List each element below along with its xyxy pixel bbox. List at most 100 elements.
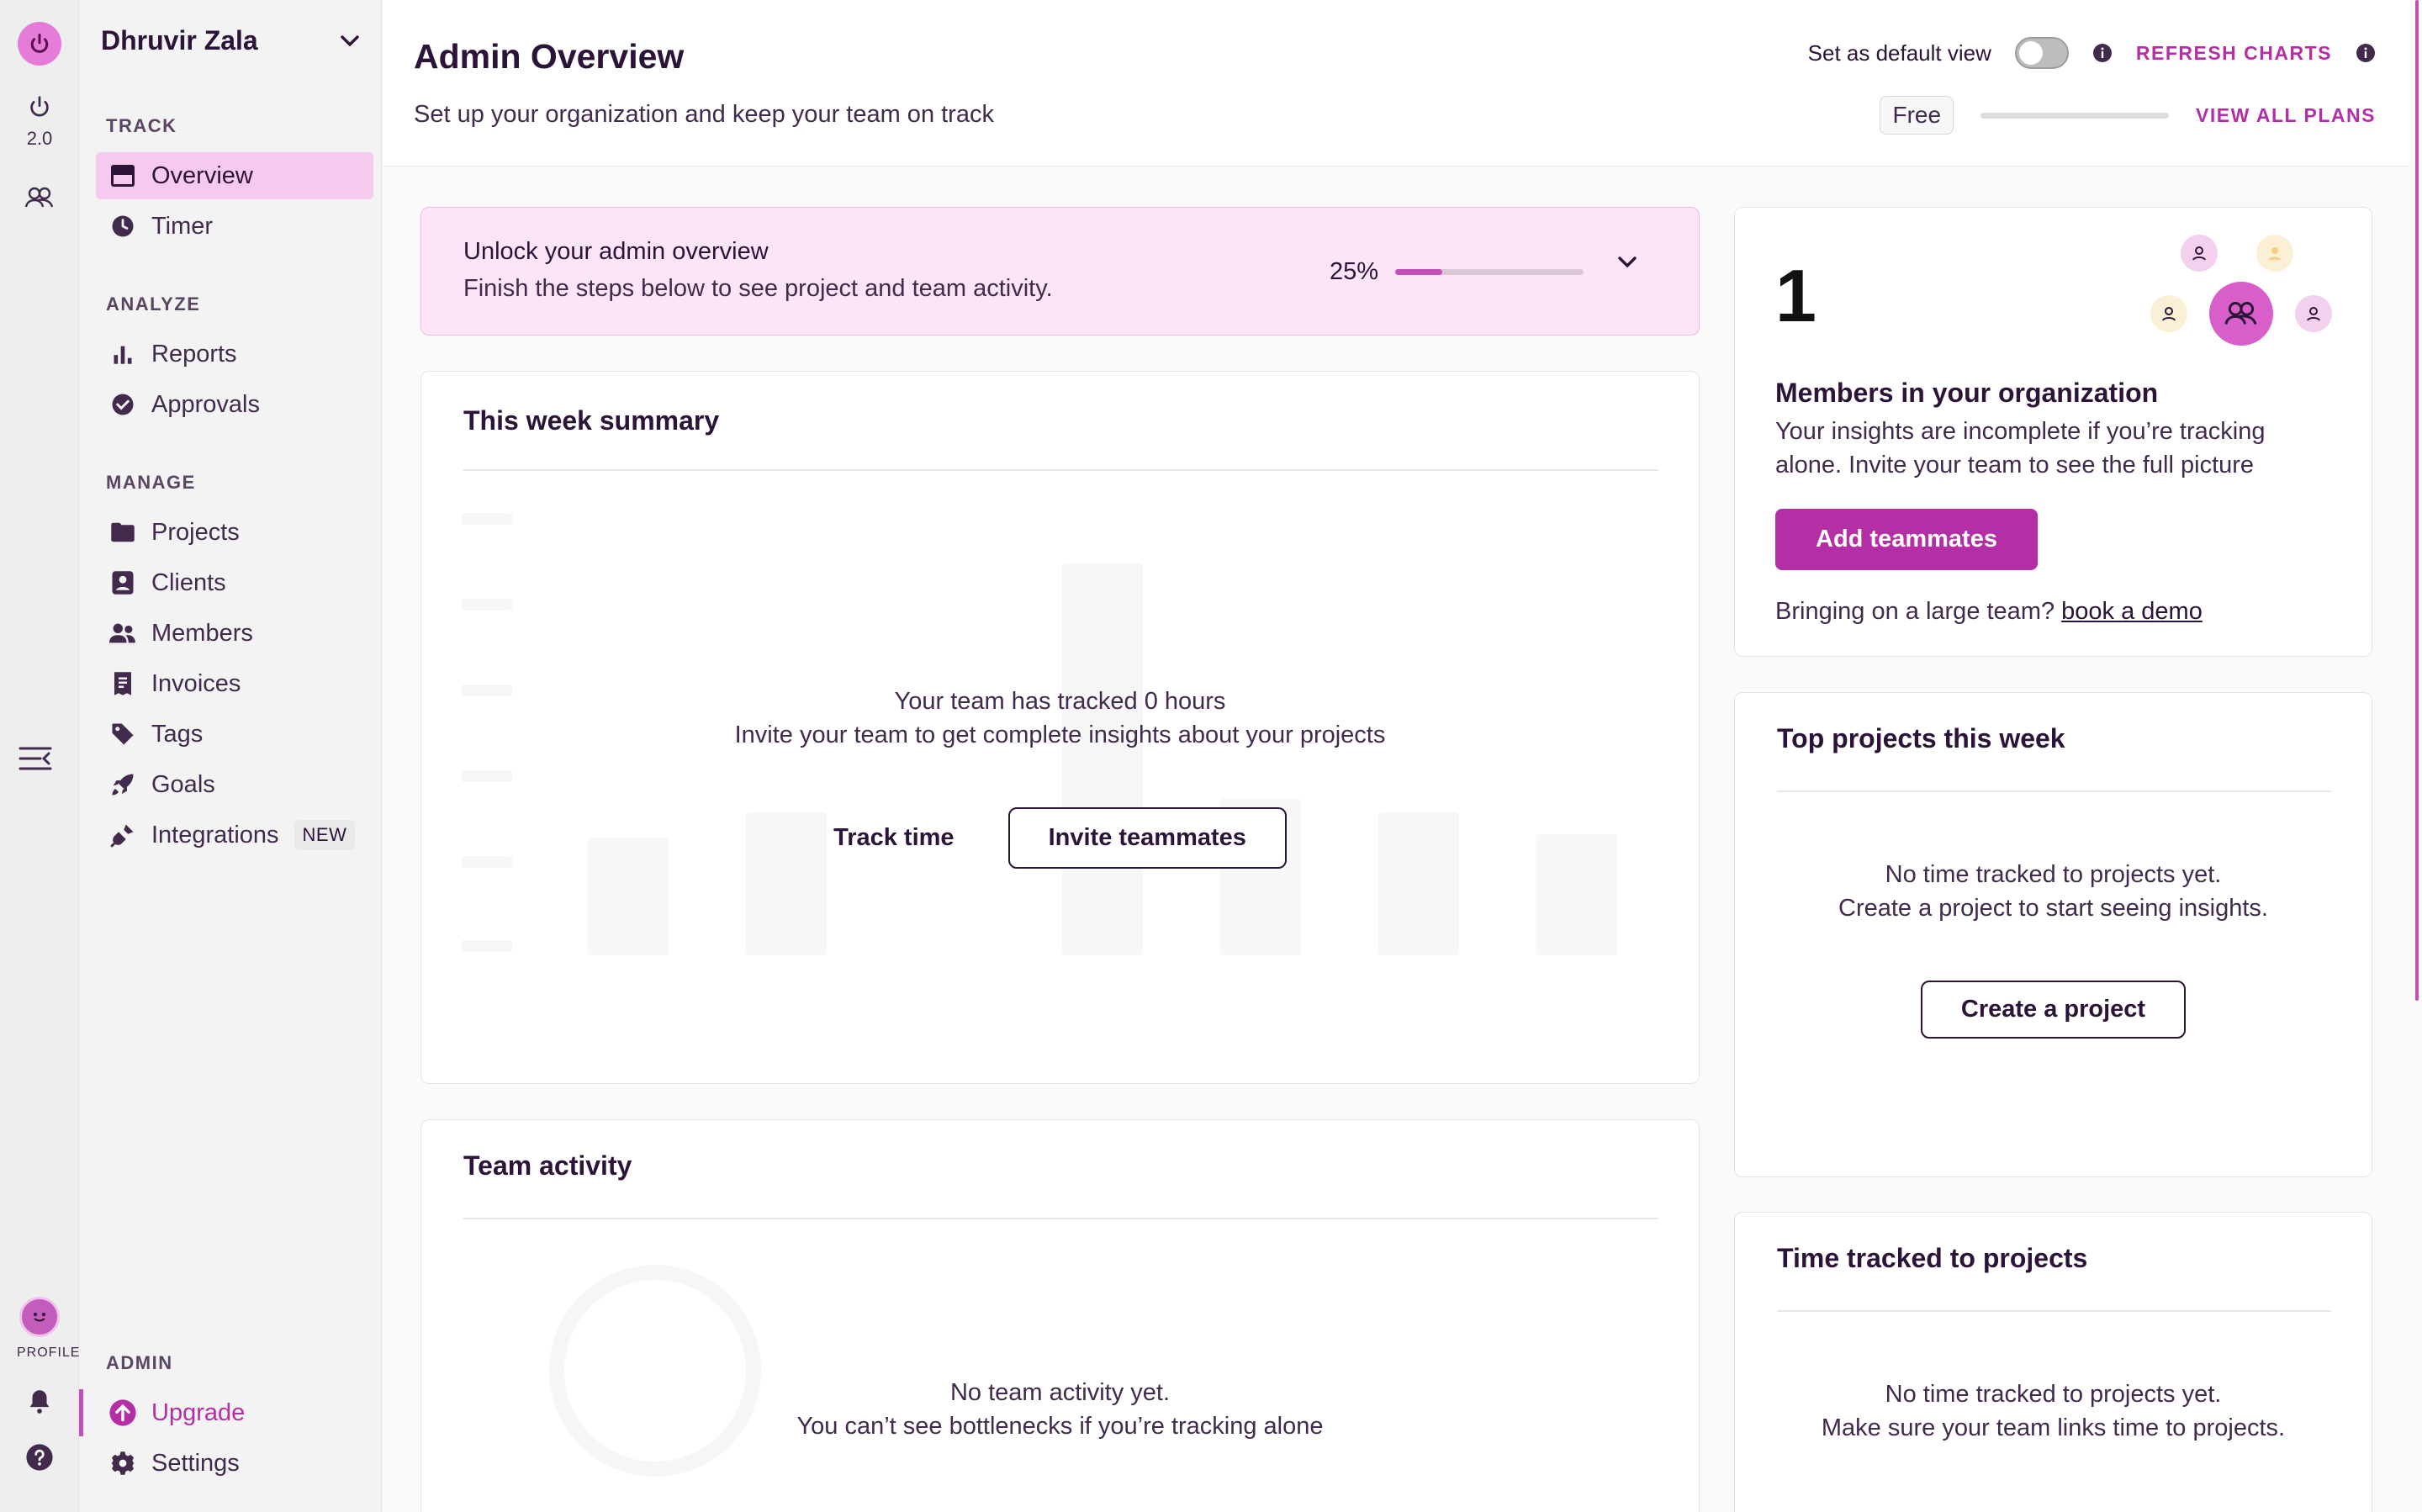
sidebar-item-settings[interactable]: Settings <box>96 1440 373 1487</box>
card-title: This week summary <box>463 405 720 436</box>
empty-message: No time tracked to projects yet. Create … <box>1735 858 2372 925</box>
sidebar-item-projects[interactable]: Projects <box>96 509 373 556</box>
clock-icon <box>108 211 138 241</box>
sidebar-item-upgrade[interactable]: Upgrade <box>96 1389 373 1436</box>
upgrade-icon <box>108 1398 138 1428</box>
sidebar-item-goals[interactable]: Goals <box>96 761 373 808</box>
bell-icon[interactable] <box>25 1386 54 1420</box>
sidebar-item-label: Clients <box>151 568 226 596</box>
empty-message: No time tracked to projects yet. Make su… <box>1735 1377 2372 1445</box>
active-indicator <box>79 1389 83 1436</box>
create-project-button[interactable]: Create a project <box>1920 981 2187 1039</box>
members-card: 1 Members in your organization Your insi… <box>1734 207 2372 657</box>
empty-line-1: No team activity yet. <box>949 1379 1171 1406</box>
section-title-analyze: ANALYZE <box>106 293 201 315</box>
empty-line-1: Your team has tracked 0 hours <box>894 688 1226 715</box>
plan-row: Free VIEW ALL PLANS <box>1880 96 2376 135</box>
sidebar-item-timer[interactable]: Timer <box>96 203 373 250</box>
divider <box>1777 790 2331 792</box>
info-icon[interactable] <box>2356 43 2376 63</box>
avatar <box>19 1297 60 1337</box>
sidebar-item-label: Invoices <box>151 669 241 697</box>
power-logo-icon[interactable] <box>18 22 61 66</box>
user-icon <box>2256 235 2293 272</box>
empty-line-1: No time tracked to projects yet. <box>1885 861 2222 888</box>
track-2-switch[interactable]: 2.0 <box>17 94 62 150</box>
refresh-charts-link[interactable]: REFRESH CHARTS <box>2136 42 2332 65</box>
track-time-button[interactable]: Track time <box>833 824 954 852</box>
ghost-tick <box>462 513 512 525</box>
ghost-donut <box>549 1265 761 1477</box>
section-title-track: TRACK <box>106 115 177 136</box>
book-demo-link[interactable]: book a demo <box>2061 598 2203 625</box>
sidebar-item-reports[interactable]: Reports <box>96 330 373 378</box>
sidebar-item-label: Upgrade <box>151 1398 246 1426</box>
divider <box>463 1218 1658 1219</box>
members-title: Members in your organization <box>1775 378 2159 408</box>
sidebar-item-approvals[interactable]: Approvals <box>96 381 373 428</box>
sidebar-item-overview[interactable]: Overview <box>96 152 373 199</box>
new-badge: NEW <box>293 820 356 850</box>
folder-icon <box>108 517 138 547</box>
user-icon <box>2150 295 2187 332</box>
page-header: Admin Overview Set up your organization … <box>383 0 2409 167</box>
chevron-down-icon[interactable] <box>1616 255 1639 274</box>
top-projects-actions: Create a project <box>1735 981 2372 1039</box>
add-teammates-button[interactable]: Add teammates <box>1775 509 2038 570</box>
member-count: 1 <box>1775 254 1816 337</box>
sidebar-item-clients[interactable]: Clients <box>96 559 373 606</box>
rocket-icon <box>108 769 138 800</box>
plan-badge: Free <box>1880 96 1954 135</box>
sidebar-item-label: Timer <box>151 212 214 240</box>
version-label: 2.0 <box>26 128 53 149</box>
empty-line-2: Make sure your team links time to projec… <box>1821 1414 2286 1441</box>
overview-icon <box>108 161 138 191</box>
sidebar-item-label: Projects <box>151 518 240 546</box>
section-title-manage: MANAGE <box>106 472 196 493</box>
sidebar-item-integrations[interactable]: Integrations NEW <box>96 812 373 859</box>
sidebar-item-members[interactable]: Members <box>96 610 373 657</box>
chevron-down-icon <box>341 34 359 46</box>
toggle-knob <box>2018 41 2043 65</box>
plug-icon <box>108 820 138 850</box>
top-projects-card: Top projects this week No time tracked t… <box>1734 692 2372 1177</box>
invite-teammates-button[interactable]: Invite teammates <box>1007 807 1287 869</box>
user-icon <box>2295 295 2332 332</box>
sidebar-item-label: Integrations <box>151 821 279 849</box>
power-icon <box>30 96 49 117</box>
empty-line-1: No time tracked to projects yet. <box>1885 1381 2222 1408</box>
info-icon[interactable] <box>2092 43 2113 63</box>
invoice-icon <box>108 669 138 699</box>
default-view-toggle[interactable] <box>2014 37 2069 69</box>
empty-line-2: You can’t see bottlenecks if you’re trac… <box>796 1413 1324 1440</box>
view-all-plans-link[interactable]: VIEW ALL PLANS <box>2196 104 2376 127</box>
sidebar-item-label: Approvals <box>151 390 260 418</box>
check-circle-icon <box>108 389 138 420</box>
unlock-title: Unlock your admin overview <box>463 238 769 265</box>
bar-chart-icon <box>108 339 138 369</box>
team-icon[interactable] <box>24 185 56 214</box>
collapse-sidebar-icon[interactable] <box>19 745 52 776</box>
sidebar-item-label: Settings <box>151 1449 240 1477</box>
app-rail: 2.0 PROFILE <box>0 0 79 1512</box>
week-summary-card: This week summary Your team has tracked … <box>420 371 1700 1084</box>
profile-button[interactable]: PROFILE <box>17 1297 79 1361</box>
scrollbar[interactable] <box>2415 0 2419 1001</box>
ghost-tick <box>462 940 512 952</box>
section-title-admin: ADMIN <box>106 1352 173 1373</box>
unlock-banner[interactable]: Unlock your admin overview Finish the st… <box>420 207 1700 336</box>
sidebar-item-tags[interactable]: Tags <box>96 711 373 758</box>
ghost-bar <box>1062 563 1143 955</box>
sidebar-item-label: Reports <box>151 340 237 367</box>
demo-text: Bringing on a large team? book a demo <box>1775 598 2203 626</box>
members-description: Your insights are incomplete if you’re t… <box>1775 418 2266 478</box>
page-title: Admin Overview <box>414 37 685 76</box>
workspace-switcher[interactable]: Dhruvir Zala <box>101 25 362 56</box>
empty-message: Your team has tracked 0 hours Invite you… <box>421 685 1699 752</box>
demo-prefix: Bringing on a large team? <box>1775 598 2055 625</box>
card-title: Team activity <box>463 1150 632 1181</box>
sidebar-item-invoices[interactable]: Invoices <box>96 660 373 707</box>
help-icon[interactable] <box>25 1443 54 1476</box>
team-activity-card: Team activity No team activity yet. You … <box>420 1119 1700 1512</box>
unlock-description: Finish the steps below to see project an… <box>463 275 1053 302</box>
